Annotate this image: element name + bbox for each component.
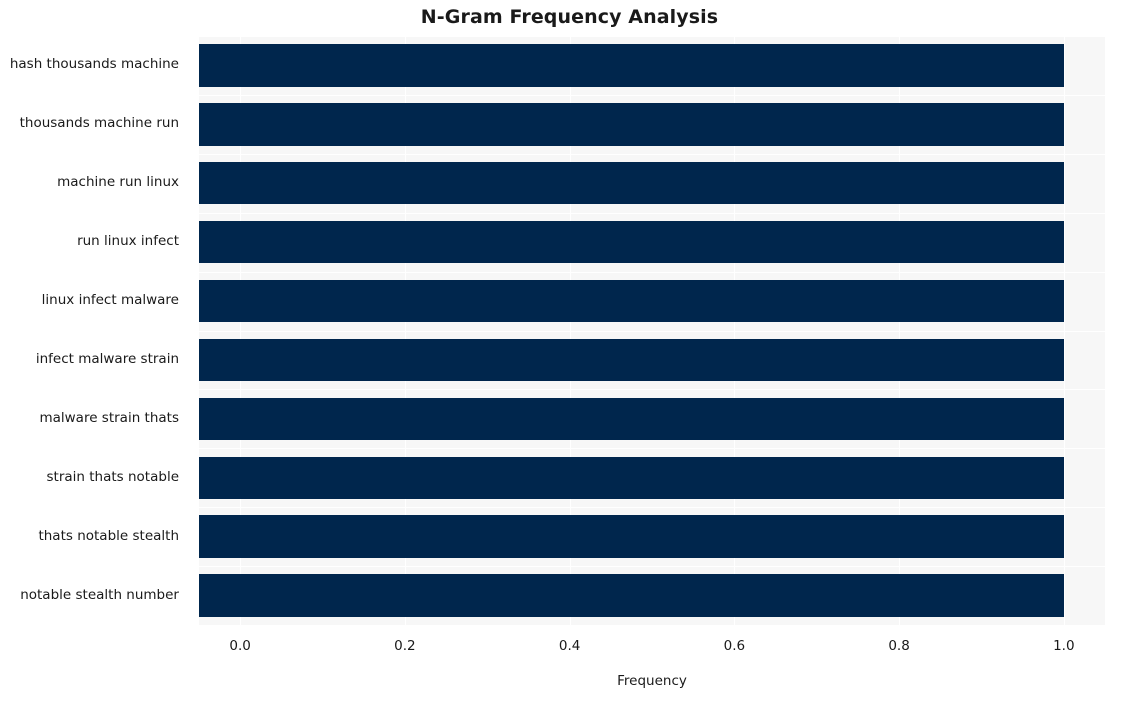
gridline-horizontal xyxy=(199,36,1105,37)
y-tick-label: linux infect malware xyxy=(41,292,179,309)
plot-area xyxy=(199,36,1105,626)
x-tick-label: 1.0 xyxy=(1053,638,1075,654)
bar xyxy=(199,44,1064,87)
y-tick-label: machine run linux xyxy=(57,174,179,191)
bar xyxy=(199,456,1064,499)
bar xyxy=(199,397,1064,441)
y-tick-label: strain thats notable xyxy=(46,468,180,485)
bar xyxy=(199,162,1064,205)
x-tick-label: 0.8 xyxy=(888,638,910,654)
chart-title: N-Gram Frequency Analysis xyxy=(420,6,719,28)
bar xyxy=(199,220,1064,264)
y-tick-label: infect malware strain xyxy=(35,350,179,367)
y-tick-label: hash thousands machine xyxy=(9,56,179,73)
bar xyxy=(199,279,1064,323)
bar xyxy=(199,574,1064,617)
gridline-horizontal xyxy=(199,95,1105,96)
gridline-horizontal xyxy=(199,566,1105,567)
x-axis-label: Frequency xyxy=(617,673,687,689)
gridline-horizontal xyxy=(199,154,1105,155)
bar xyxy=(199,338,1064,382)
gridline-horizontal xyxy=(199,507,1105,508)
x-tick-label: 0.6 xyxy=(723,638,746,654)
x-tick-label: 0.4 xyxy=(558,638,581,654)
gridline-horizontal xyxy=(199,389,1105,390)
y-tick-label: malware strain thats xyxy=(39,409,179,426)
x-tick-label: 0.0 xyxy=(229,638,251,654)
chart-container: N-Gram Frequency Analysis hash thousands… xyxy=(0,0,1139,701)
y-tick-label: notable stealth number xyxy=(20,586,179,603)
gridline-horizontal xyxy=(199,625,1105,626)
gridline-horizontal xyxy=(199,448,1105,449)
y-tick-label: thousands machine run xyxy=(19,115,179,132)
gridline-horizontal xyxy=(199,331,1105,332)
bar xyxy=(199,103,1064,146)
gridline-horizontal xyxy=(199,213,1105,214)
y-tick-label: run linux infect xyxy=(77,233,179,250)
x-tick-label: 0.2 xyxy=(394,638,416,654)
gridline-horizontal xyxy=(199,272,1105,273)
bar xyxy=(199,515,1064,558)
y-tick-label: thats notable stealth xyxy=(38,527,179,544)
